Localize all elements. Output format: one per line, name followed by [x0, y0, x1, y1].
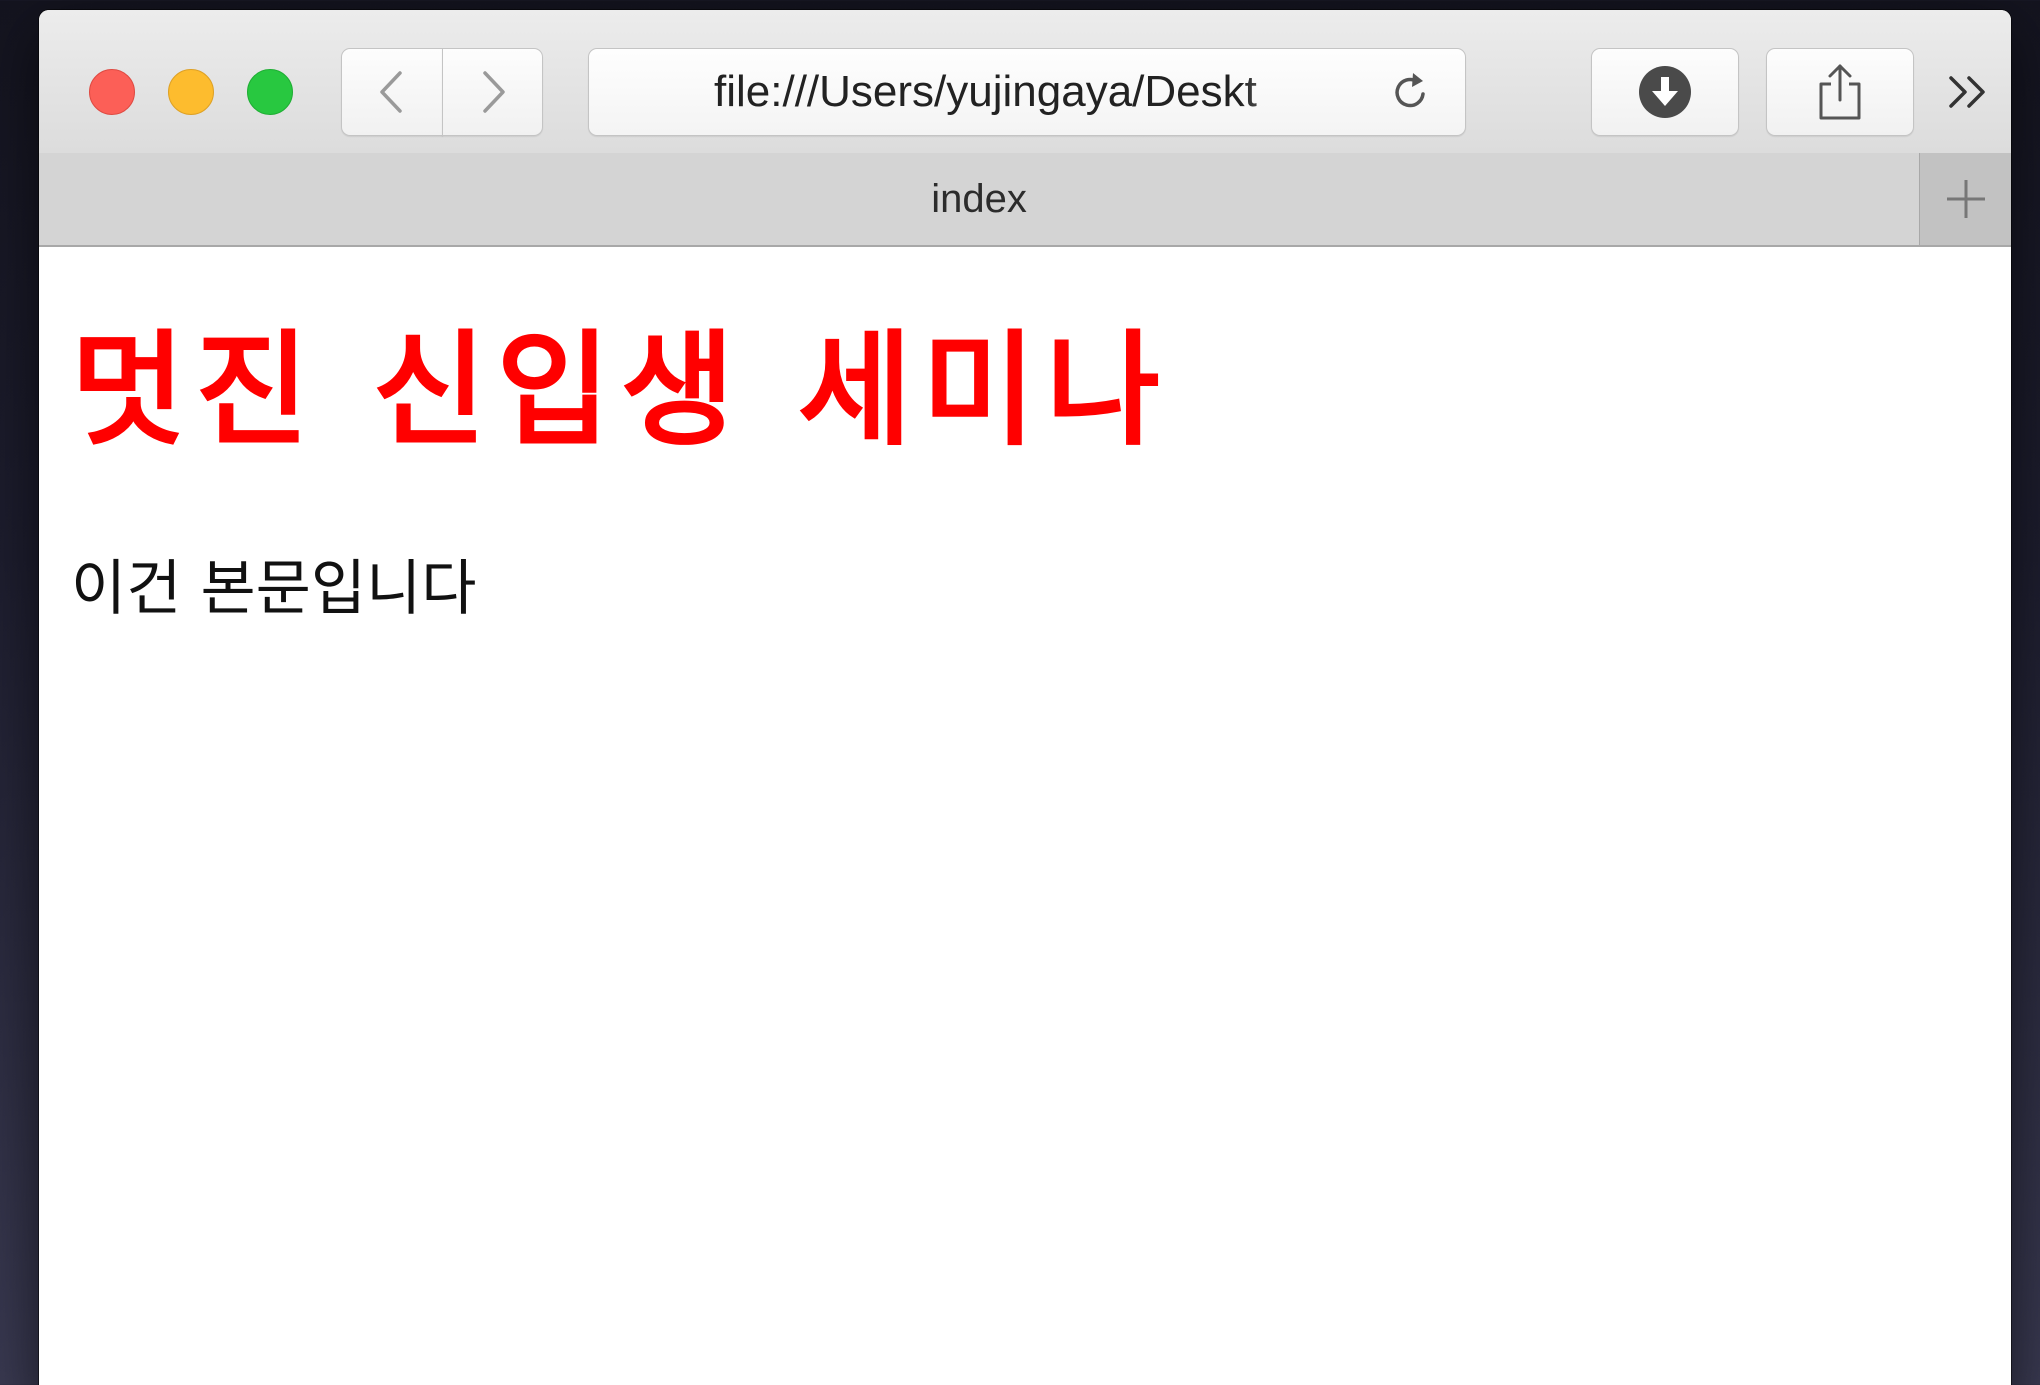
tab-bar: index [39, 153, 2011, 247]
close-window-button[interactable] [89, 69, 135, 115]
chevron-right-icon [482, 71, 505, 113]
back-button[interactable] [341, 48, 443, 136]
reload-icon[interactable] [1387, 68, 1435, 116]
share-icon [1819, 64, 1861, 120]
page-body-text: 이건 본문입니다 [71, 554, 477, 624]
share-button[interactable] [1766, 48, 1914, 136]
new-tab-button[interactable] [1919, 153, 2011, 245]
page-heading: 멋진 신입생 세미나 [71, 318, 1170, 463]
page-content: 멋진 신입생 세미나 이건 본문입니다 [39, 247, 2011, 1385]
plus-icon [1947, 180, 1985, 218]
chevron-left-icon [380, 71, 402, 113]
address-bar-url[interactable]: file:///Users/yujingaya/Deskt [714, 49, 1334, 135]
forward-button[interactable] [442, 48, 543, 136]
browser-window: file:///Users/yujingaya/Deskt index 멋진 신… [39, 10, 2011, 1385]
browser-toolbar: file:///Users/yujingaya/Deskt [39, 10, 2011, 154]
tab-index[interactable]: index [39, 153, 1919, 245]
toolbar-overflow-button[interactable] [1939, 62, 1999, 122]
downloads-button[interactable] [1591, 48, 1739, 136]
double-chevron-right-icon [1949, 76, 1985, 108]
minimize-window-button[interactable] [168, 69, 214, 115]
address-bar[interactable]: file:///Users/yujingaya/Deskt [588, 48, 1466, 136]
download-icon [1639, 66, 1691, 118]
zoom-window-button[interactable] [247, 69, 293, 115]
tab-title: index [931, 176, 1027, 221]
